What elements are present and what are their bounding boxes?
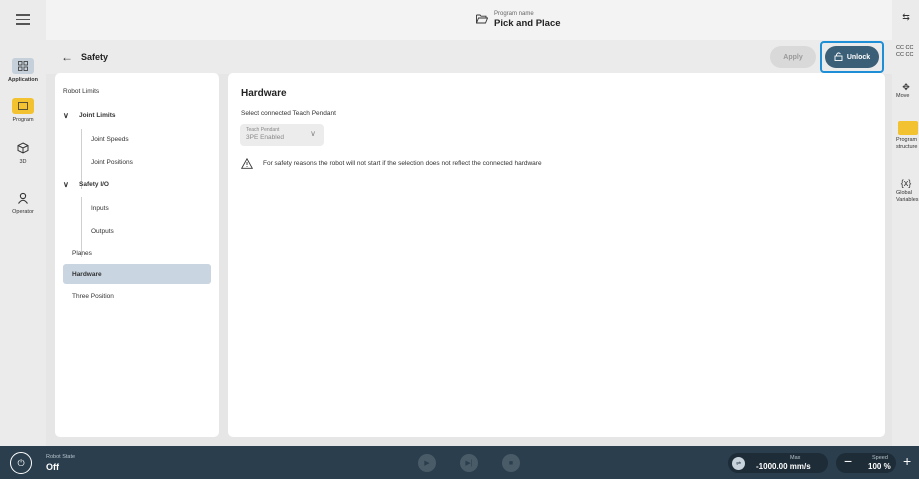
unlock-button[interactable]: Unlock xyxy=(825,46,879,68)
nav-item-three-position[interactable]: Three Position xyxy=(63,286,211,306)
cube-icon xyxy=(12,140,34,156)
max-speed-control[interactable]: ⇌ Max -1000.00 mm/s xyxy=(728,453,828,473)
chevron-down-icon: ∨ xyxy=(310,129,316,138)
right-rail: ⇆ CC CC CC CC ✥ Move Program structure {… xyxy=(892,0,919,446)
nav-item-joint-speeds[interactable]: Joint Speeds xyxy=(63,129,211,149)
nav-label: Joint Speeds xyxy=(91,135,129,143)
speed-value: 100 % xyxy=(868,462,891,471)
program-name-value: Pick and Place xyxy=(494,18,561,29)
topbar: Program name Pick and Place xyxy=(46,0,892,40)
section-subtitle: Select connected Teach Pendant xyxy=(241,110,336,117)
rail-item-operator[interactable]: Operator xyxy=(0,190,46,215)
warning-message: For safety reasons the robot will not st… xyxy=(241,158,542,169)
chevron-down-icon: ∨ xyxy=(63,110,69,120)
warning-text: For safety reasons the robot will not st… xyxy=(263,160,542,167)
rr-label-cc: CC CC CC CC xyxy=(896,45,914,58)
nav-item-inputs[interactable]: Inputs xyxy=(63,198,211,218)
max-value: -1000.00 mm/s xyxy=(756,462,811,471)
page-header: ← Safety Apply Unlock xyxy=(46,40,892,74)
nav-label: Robot Limits xyxy=(63,87,100,95)
robot-state-value: Off xyxy=(46,462,59,472)
nav-item-joint-limits[interactable]: ∨ Joint Limits xyxy=(63,105,211,125)
hamburger-icon[interactable] xyxy=(16,14,30,25)
robot-state-label: Robot State xyxy=(46,454,76,460)
speed-decrease-button[interactable]: − xyxy=(844,453,852,469)
program-icon xyxy=(12,98,34,114)
arrow-left-icon[interactable]: ← xyxy=(61,50,73,64)
warning-triangle-icon xyxy=(241,158,253,169)
speed-increase-button[interactable]: + xyxy=(903,453,911,469)
step-icon[interactable]: ▶| xyxy=(460,454,478,472)
nav-label: Planes xyxy=(72,249,92,257)
rr-item-program-structure[interactable]: Program structure xyxy=(892,121,919,151)
nav-item-planes[interactable]: Planes xyxy=(63,243,211,263)
stop-icon[interactable]: ■ xyxy=(502,454,520,472)
play-icon[interactable]: ▶ xyxy=(418,454,436,472)
variable-icon: {x} xyxy=(900,178,912,188)
lock-icon xyxy=(834,51,843,63)
rail-label-operator: Operator xyxy=(12,209,34,215)
rr-item-handshake[interactable]: ⇆ xyxy=(892,12,919,23)
chevron-down-icon: ∨ xyxy=(63,179,69,189)
speed-control: − Speed 100 % xyxy=(836,453,896,473)
folder-open-icon xyxy=(476,11,489,29)
user-icon xyxy=(12,190,34,206)
bottom-bar: ⏻ Robot State Off ▶ ▶| ■ ⇌ Max -1000.00 … xyxy=(0,446,919,479)
rail-label-application: Application xyxy=(8,77,38,83)
rr-label-global-variables: Global Variables xyxy=(896,190,919,203)
nav-label: Outputs xyxy=(91,227,114,235)
nav-label: Three Position xyxy=(72,292,114,300)
rail-item-3d[interactable]: 3D xyxy=(0,140,46,165)
nav-label: Joint Limits xyxy=(79,111,116,119)
handshake-icon: ⇆ xyxy=(902,12,910,22)
rr-label-move: Move xyxy=(896,93,910,99)
select-label: Teach Pendant xyxy=(246,127,280,133)
teach-pendant-select[interactable]: Teach Pendant 3PE Enabled ∨ xyxy=(240,124,324,146)
list-icon xyxy=(898,121,918,135)
unlock-button-focus-ring: Unlock xyxy=(820,41,884,73)
unlock-label: Unlock xyxy=(846,53,871,61)
grid-icon xyxy=(12,58,34,74)
nav-label: Safety I/O xyxy=(79,180,109,188)
nav-label: Hardware xyxy=(72,270,102,278)
nav-item-safety-io[interactable]: ∨ Safety I/O xyxy=(63,174,211,194)
safety-nav-panel: Robot Limits ∨ Joint Limits Joint Speeds… xyxy=(55,73,219,437)
rr-label-program-structure: Program structure xyxy=(896,137,918,150)
rr-item-global-variables[interactable]: {x} Global Variables xyxy=(892,178,919,204)
speed-label: Speed xyxy=(872,455,888,461)
program-name-area[interactable]: Program name Pick and Place xyxy=(476,11,561,29)
select-value: 3PE Enabled xyxy=(246,134,284,141)
nav-item-hardware[interactable]: Hardware xyxy=(63,264,211,284)
left-rail: Application Program 3D Operator xyxy=(0,0,46,446)
rail-item-program[interactable]: Program xyxy=(0,98,46,123)
nav-label: Inputs xyxy=(91,204,109,212)
power-icon[interactable]: ⏻ xyxy=(10,452,32,474)
rr-item-move[interactable]: ✥ Move xyxy=(892,82,919,99)
move-icon: ✥ xyxy=(902,82,910,92)
max-label: Max xyxy=(790,455,801,461)
sliders-icon: ⇌ xyxy=(732,457,745,470)
nav-item-outputs[interactable]: Outputs xyxy=(63,221,211,241)
apply-button[interactable]: Apply xyxy=(770,46,816,68)
program-name-label: Program name xyxy=(494,11,534,17)
page-title: Safety xyxy=(81,52,109,62)
section-title: Hardware xyxy=(241,88,287,99)
hardware-panel: Hardware Select connected Teach Pendant … xyxy=(228,73,885,437)
nav-item-joint-positions[interactable]: Joint Positions xyxy=(63,152,211,172)
rail-label-3d: 3D xyxy=(19,159,27,165)
rr-item-cc[interactable]: CC CC CC CC xyxy=(892,45,919,59)
rail-label-program: Program xyxy=(12,117,34,123)
rail-item-application[interactable]: Application xyxy=(0,58,46,83)
nav-label: Joint Positions xyxy=(91,158,133,166)
nav-item-robot-limits[interactable]: Robot Limits xyxy=(63,81,211,101)
